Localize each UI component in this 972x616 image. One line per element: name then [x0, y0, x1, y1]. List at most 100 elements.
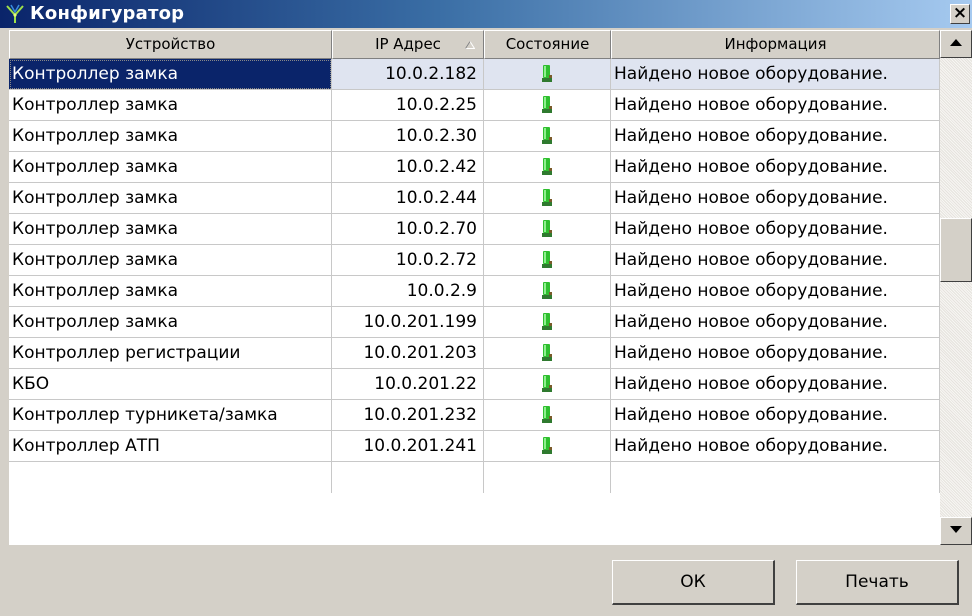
table-row[interactable]: Контроллер замка 10.0.2.30 Найдено новое о… — [9, 121, 940, 152]
status-cell[interactable] — [484, 152, 611, 183]
green-device-icon — [542, 158, 552, 175]
empty-cell — [332, 462, 484, 493]
ip-address-cell[interactable]: 10.0.2.44 — [332, 183, 484, 214]
status-cell[interactable] — [484, 400, 611, 431]
table-row[interactable]: Контроллер турникета/замка 10.0.201.232 На… — [9, 400, 940, 431]
ip-address-cell[interactable]: 10.0.201.203 — [332, 338, 484, 369]
status-cell[interactable] — [484, 431, 611, 462]
empty-cell — [9, 462, 332, 493]
table-row[interactable]: Контроллер замка 10.0.2.25 Найдено новое о… — [9, 90, 940, 121]
column-header-ip[interactable]: IP Адрес — [332, 30, 484, 59]
device-table[interactable]: Устройство IP Адрес Состояние Информация… — [9, 30, 972, 545]
status-cell[interactable] — [484, 369, 611, 400]
ok-button[interactable]: ОК — [612, 560, 775, 605]
info-cell[interactable]: Найдено новое оборудование. — [611, 152, 940, 183]
configurator-app-icon — [6, 4, 24, 23]
info-cell[interactable]: Найдено новое оборудование. — [611, 307, 940, 338]
status-cell[interactable] — [484, 276, 611, 307]
arrow-down-icon — [950, 526, 962, 533]
arrow-up-icon — [950, 39, 962, 46]
ip-address-cell[interactable]: 10.0.201.22 — [332, 369, 484, 400]
print-button[interactable]: Печать — [796, 560, 959, 605]
table-row[interactable]: Контроллер замка 10.0.2.70 Найдено новое о… — [9, 214, 940, 245]
info-cell[interactable]: Найдено новое оборудование. — [611, 121, 940, 152]
ip-address-cell[interactable]: 10.0.2.70 — [332, 214, 484, 245]
ip-address-cell[interactable]: 10.0.201.232 — [332, 400, 484, 431]
device-cell[interactable]: Контроллер АТП — [9, 431, 332, 462]
info-cell[interactable]: Найдено новое оборудование. — [611, 431, 940, 462]
table-row[interactable]: Контроллер замка 10.0.2.72 Найдено новое о… — [9, 245, 940, 276]
green-device-icon — [542, 251, 552, 268]
column-header-label: Состояние — [505, 35, 590, 53]
info-cell[interactable]: Найдено новое оборудование. — [611, 338, 940, 369]
column-header-label: IP Адрес — [375, 35, 441, 53]
device-cell[interactable]: Контроллер замка — [9, 245, 332, 276]
status-cell[interactable] — [484, 90, 611, 121]
empty-row — [9, 462, 940, 493]
table-row[interactable]: Контроллер регистрации 10.0.201.203 Найден… — [9, 338, 940, 369]
ip-address-cell[interactable]: 10.0.2.9 — [332, 276, 484, 307]
device-cell[interactable]: Контроллер замка — [9, 183, 332, 214]
info-cell[interactable]: Найдено новое оборудование. — [611, 245, 940, 276]
status-cell[interactable] — [484, 307, 611, 338]
device-cell[interactable]: КБО — [9, 369, 332, 400]
info-cell[interactable]: Найдено новое оборудование. — [611, 183, 940, 214]
scrollbar-thumb[interactable] — [940, 218, 972, 282]
column-header-device[interactable]: Устройство — [9, 30, 332, 59]
column-header-status[interactable]: Состояние — [484, 30, 611, 59]
vertical-scrollbar[interactable] — [940, 30, 972, 545]
info-cell[interactable]: Найдено новое оборудование. — [611, 276, 940, 307]
info-cell[interactable]: Найдено новое оборудование. — [611, 400, 940, 431]
ip-address-cell[interactable]: 10.0.2.72 — [332, 245, 484, 276]
device-cell[interactable]: Контроллер замка — [9, 276, 332, 307]
table-row[interactable]: Контроллер замка 10.0.2.9 Найдено новое об… — [9, 276, 940, 307]
empty-cell — [484, 462, 611, 493]
device-cell[interactable]: Контроллер замка — [9, 121, 332, 152]
status-cell[interactable] — [484, 245, 611, 276]
info-cell[interactable]: Найдено новое оборудование. — [611, 59, 940, 90]
info-cell[interactable]: Найдено новое оборудование. — [611, 214, 940, 245]
sort-ascending-icon — [465, 41, 475, 49]
ip-address-cell[interactable]: 10.0.2.182 — [332, 59, 484, 90]
table-row[interactable]: Контроллер замка 10.0.201.199 Найдено ново… — [9, 307, 940, 338]
ip-address-cell[interactable]: 10.0.2.25 — [332, 90, 484, 121]
table-row[interactable]: Контроллер АТП 10.0.201.241 Найдено новое … — [9, 431, 940, 462]
table-row[interactable]: Контроллер замка 10.0.2.182 Найдено новое … — [9, 59, 940, 90]
ip-address-cell[interactable]: 10.0.2.30 — [332, 121, 484, 152]
table-row[interactable]: КБО 10.0.201.22 Найдено новое оборудование… — [9, 369, 940, 400]
ip-address-cell[interactable]: 10.0.201.199 — [332, 307, 484, 338]
info-cell[interactable]: Найдено новое оборудование. — [611, 369, 940, 400]
green-device-icon — [542, 375, 552, 392]
green-device-icon — [542, 189, 552, 206]
scroll-down-button[interactable] — [940, 517, 972, 545]
green-device-icon — [542, 127, 552, 144]
scroll-up-button[interactable] — [940, 30, 972, 58]
title-bar[interactable]: Конфигуратор × — [0, 0, 972, 28]
green-device-icon — [542, 220, 552, 237]
ip-address-cell[interactable]: 10.0.201.241 — [332, 431, 484, 462]
device-cell[interactable]: Контроллер турникета/замка — [9, 400, 332, 431]
device-cell[interactable]: Контроллер замка — [9, 214, 332, 245]
table-row[interactable]: Контроллер замка 10.0.2.42 Найдено новое о… — [9, 152, 940, 183]
device-cell[interactable]: Контроллер замка — [9, 307, 332, 338]
column-header-label: Устройство — [125, 35, 216, 53]
empty-cell — [611, 462, 940, 493]
close-button[interactable]: × — [950, 4, 970, 24]
device-cell[interactable]: Контроллер замка — [9, 90, 332, 121]
status-cell[interactable] — [484, 338, 611, 369]
table-row[interactable]: Контроллер замка 10.0.2.44 Найдено новое о… — [9, 183, 940, 214]
ip-address-cell[interactable]: 10.0.2.42 — [332, 152, 484, 183]
green-device-icon — [542, 406, 552, 423]
status-cell[interactable] — [484, 214, 611, 245]
device-cell[interactable]: Контроллер замка — [9, 59, 332, 90]
device-cell[interactable]: Контроллер замка — [9, 152, 332, 183]
green-device-icon — [542, 282, 552, 299]
column-header-info[interactable]: Информация — [611, 30, 940, 59]
status-cell[interactable] — [484, 121, 611, 152]
green-device-icon — [542, 437, 552, 454]
status-cell[interactable] — [484, 183, 611, 214]
status-cell[interactable] — [484, 59, 611, 90]
device-cell[interactable]: Контроллер регистрации — [9, 338, 332, 369]
green-device-icon — [542, 65, 552, 82]
info-cell[interactable]: Найдено новое оборудование. — [611, 90, 940, 121]
